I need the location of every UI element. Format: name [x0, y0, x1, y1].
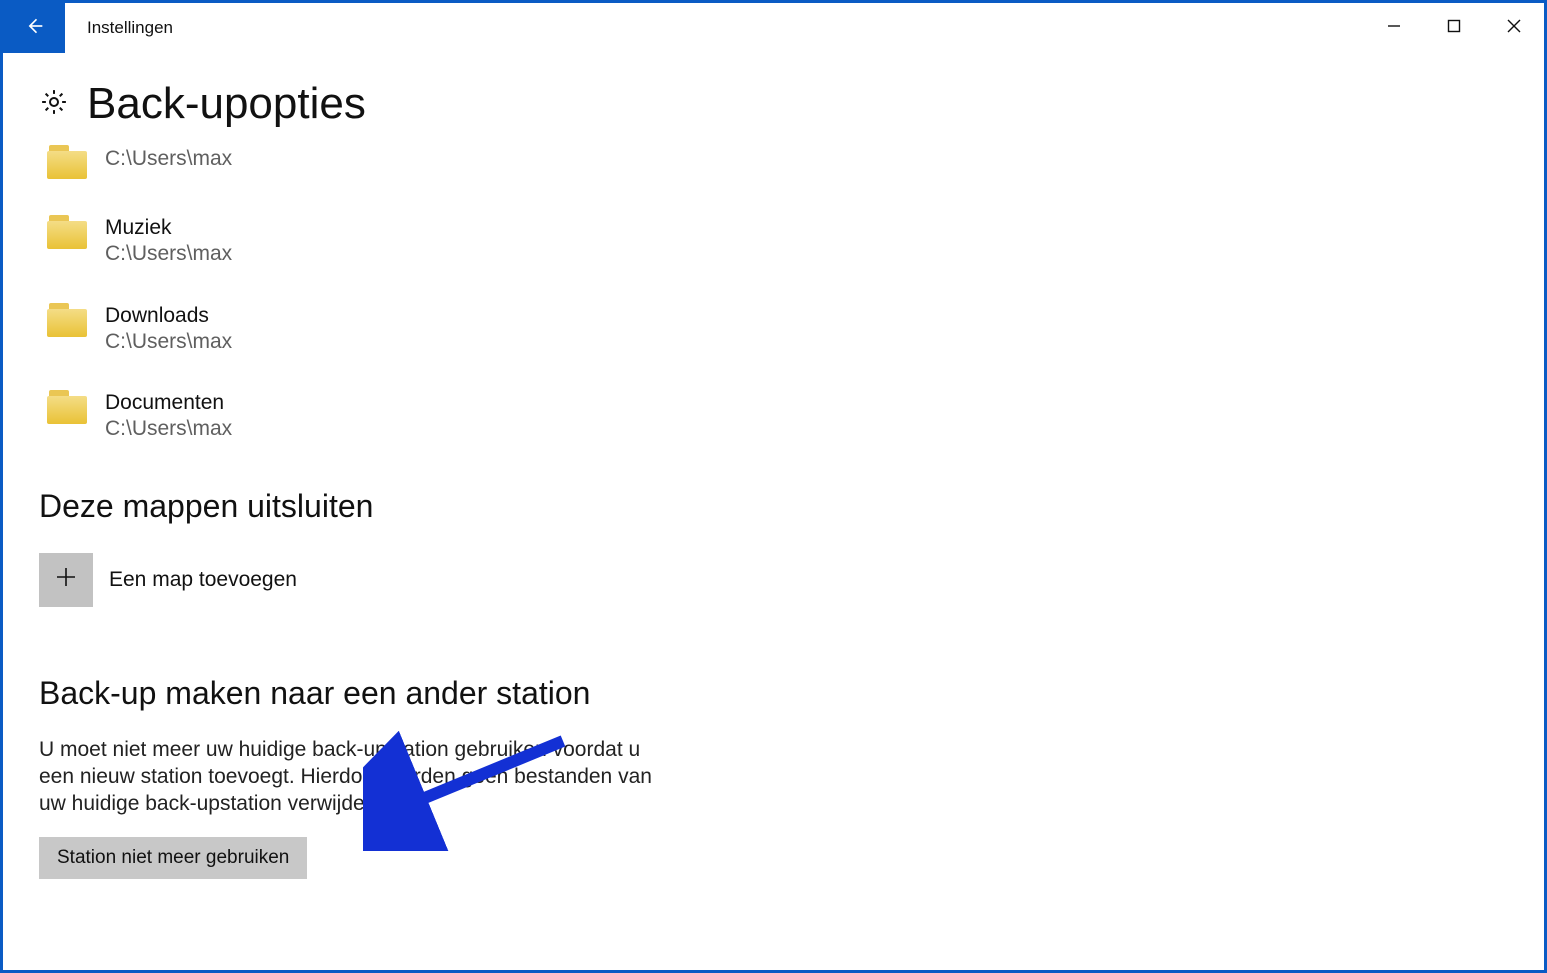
- folder-item[interactable]: Muziek C:\Users\max: [39, 207, 1508, 295]
- plus-icon: [54, 565, 78, 594]
- folder-item[interactable]: Downloads C:\Users\max: [39, 295, 1508, 383]
- close-button[interactable]: [1484, 3, 1544, 53]
- content-area: Back-upopties C:\Users\max Muziek C:\Use: [3, 53, 1544, 879]
- folder-path: C:\Users\max: [105, 328, 232, 356]
- minimize-button[interactable]: [1364, 3, 1424, 53]
- folder-path: C:\Users\max: [105, 240, 232, 268]
- folder-name: Documenten: [105, 390, 232, 415]
- folder-text: C:\Users\max: [105, 145, 232, 173]
- window-title: Instellingen: [87, 18, 173, 38]
- folder-name: Muziek: [105, 215, 232, 240]
- back-arrow-icon: [24, 16, 44, 41]
- backup-folder-list: C:\Users\max Muziek C:\Users\max Downloa…: [39, 137, 1508, 470]
- folder-path: C:\Users\max: [105, 415, 232, 443]
- back-button[interactable]: [3, 3, 65, 53]
- add-folder-label: Een map toevoegen: [109, 568, 297, 592]
- other-drive-heading: Back-up maken naar een ander station: [39, 675, 1508, 712]
- page-header: Back-upopties: [39, 79, 1508, 129]
- add-folder-button[interactable]: Een map toevoegen: [39, 553, 1508, 607]
- folder-name: Downloads: [105, 303, 232, 328]
- folder-text: Documenten C:\Users\max: [105, 390, 232, 444]
- gear-icon: [39, 87, 69, 122]
- folder-text: Muziek C:\Users\max: [105, 215, 232, 269]
- folder-icon: [47, 215, 89, 251]
- folder-path: C:\Users\max: [105, 145, 232, 173]
- close-icon: [1507, 19, 1521, 38]
- add-tile: [39, 553, 93, 607]
- page-title: Back-upopties: [87, 79, 366, 129]
- folder-icon: [47, 303, 89, 339]
- minimize-icon: [1387, 19, 1401, 38]
- titlebar: Instellingen: [3, 3, 1544, 53]
- exclude-heading: Deze mappen uitsluiten: [39, 488, 1508, 525]
- other-drive-description: U moet niet meer uw huidige back-upstati…: [39, 736, 669, 818]
- folder-icon: [47, 390, 89, 426]
- maximize-button[interactable]: [1424, 3, 1484, 53]
- folder-item[interactable]: Documenten C:\Users\max: [39, 382, 1508, 470]
- settings-window: Instellingen: [0, 0, 1547, 973]
- maximize-icon: [1447, 19, 1461, 38]
- window-controls: [1364, 3, 1544, 53]
- folder-icon: [47, 145, 89, 181]
- stop-using-drive-button[interactable]: Station niet meer gebruiken: [39, 837, 307, 879]
- folder-item[interactable]: C:\Users\max: [39, 137, 1508, 207]
- folder-text: Downloads C:\Users\max: [105, 303, 232, 357]
